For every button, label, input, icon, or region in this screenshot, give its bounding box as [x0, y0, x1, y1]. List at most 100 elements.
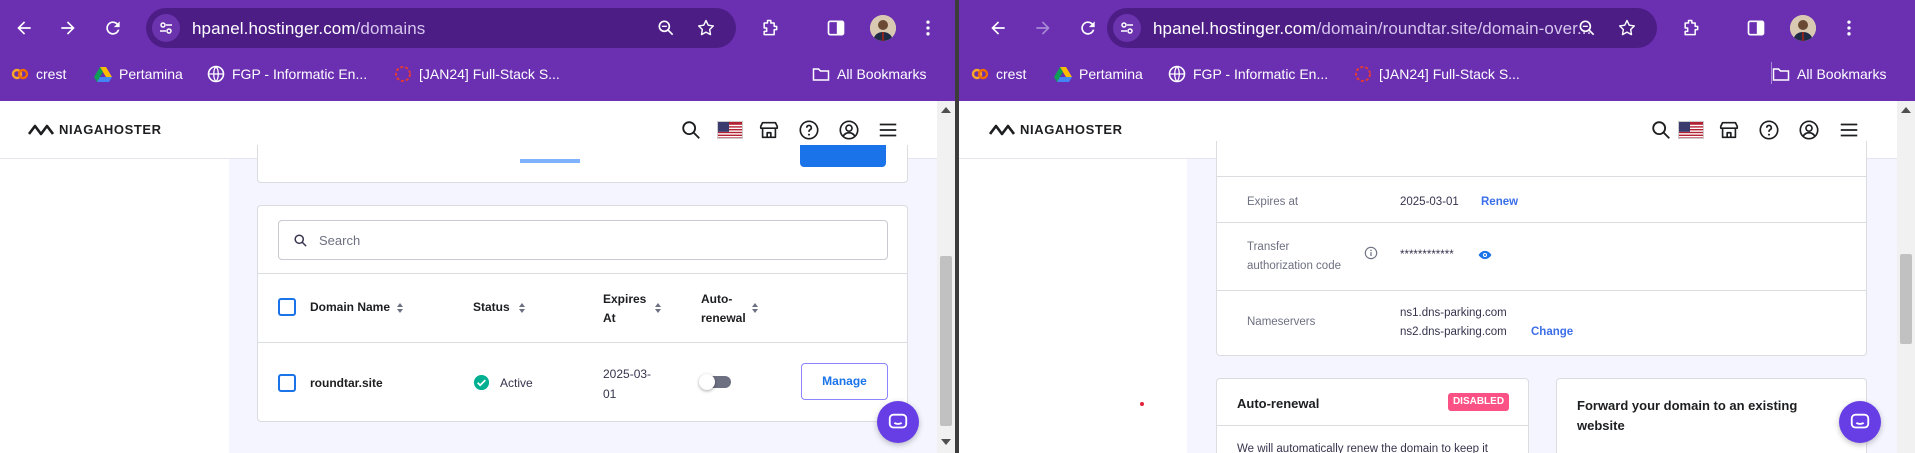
status-text: Active: [500, 376, 533, 390]
domains-table-card: Search Domain Name Status Expires At Auto…: [257, 205, 908, 422]
reload-button[interactable]: [1074, 14, 1102, 42]
niagahoster-logo[interactable]: NIAGAHOSTER: [989, 122, 1123, 137]
column-header-domain-name[interactable]: Domain Name: [310, 300, 390, 314]
web-page: NIAGAHOSTER Expires at 2025-03-01 Renew …: [959, 101, 1915, 453]
google-drive-icon: [94, 67, 112, 82]
store-icon[interactable]: [758, 119, 780, 141]
niagahoster-logo-icon: [989, 124, 1015, 135]
promo-button[interactable]: [800, 145, 886, 167]
sort-icon[interactable]: [518, 302, 526, 314]
chat-button[interactable]: [1839, 401, 1881, 443]
promo-card: [257, 145, 908, 183]
profile-avatar[interactable]: [1790, 15, 1816, 41]
manage-button-label: Manage: [822, 374, 867, 388]
change-nameservers-link[interactable]: Change: [1531, 326, 1573, 338]
column-header-status[interactable]: Status: [473, 300, 510, 314]
folder-icon: [812, 68, 830, 81]
info-icon[interactable]: [1364, 246, 1378, 260]
help-icon[interactable]: [798, 119, 820, 141]
back-button[interactable]: [984, 14, 1012, 42]
arrow-right-icon: [1036, 21, 1050, 35]
arrow-right-icon: [61, 21, 75, 35]
renew-link[interactable]: Renew: [1481, 196, 1518, 208]
browser-chrome: hpanel.hostinger.com/domain/roundtar.sit…: [959, 0, 1915, 101]
row-checkbox[interactable]: [278, 374, 296, 392]
forward-button[interactable]: [54, 14, 82, 42]
account-icon[interactable]: [838, 119, 860, 141]
scroll-up-arrow-icon[interactable]: [941, 107, 951, 113]
reload-icon: [106, 21, 120, 35]
hamburger-menu-icon[interactable]: [1838, 119, 1860, 141]
more-menu-icon[interactable]: [1839, 18, 1859, 38]
site-info-icon[interactable]: [152, 14, 180, 42]
arrow-left-icon: [991, 21, 1005, 35]
all-bookmarks[interactable]: All Bookmarks: [1772, 64, 1886, 84]
store-icon[interactable]: [1718, 119, 1740, 141]
page-scrollbar[interactable]: [1897, 101, 1915, 453]
bookmark-pertamina[interactable]: Pertamina: [1054, 64, 1143, 84]
profile-avatar[interactable]: [870, 15, 896, 41]
select-all-checkbox[interactable]: [278, 298, 296, 316]
address-bar[interactable]: hpanel.hostinger.com/domain/roundtar.sit…: [1107, 8, 1657, 48]
auto-renewal-toggle[interactable]: [699, 374, 731, 390]
extensions-icon[interactable]: [1681, 18, 1701, 38]
more-menu-icon[interactable]: [918, 18, 938, 38]
bookmark-fgp[interactable]: FGP - Informatic En...: [1168, 64, 1328, 84]
address-bar[interactable]: hpanel.hostinger.com/domains: [146, 8, 736, 48]
forward-button[interactable]: [1029, 14, 1057, 42]
toggle-knob: [699, 374, 715, 390]
account-icon[interactable]: [1798, 119, 1820, 141]
sort-icon[interactable]: [396, 302, 404, 314]
domain-name[interactable]: roundtar.site: [310, 376, 383, 390]
site-info-icon[interactable]: [1113, 14, 1141, 42]
sort-icon[interactable]: [654, 302, 662, 314]
bookmark-fgp[interactable]: FGP - Informatic En...: [207, 64, 367, 84]
divider: [1217, 176, 1866, 177]
search-input[interactable]: Search: [278, 220, 888, 260]
browser-chrome: hpanel.hostinger.com/domains crest Perta…: [0, 0, 955, 101]
bookmarks-bar: crest Pertamina FGP - Informatic En... […: [0, 56, 955, 92]
help-icon[interactable]: [1758, 119, 1780, 141]
expires-at-value: 2025-03-01: [603, 367, 652, 401]
reload-button[interactable]: [99, 14, 127, 42]
bookmark-crest[interactable]: crest: [11, 64, 66, 84]
column-header-auto-renewal[interactable]: Auto-renewal: [701, 290, 746, 328]
column-header-expires-at[interactable]: Expires At: [603, 290, 646, 328]
scrollbar-thumb[interactable]: [1900, 254, 1912, 344]
search-icon[interactable]: [680, 119, 702, 141]
chat-button[interactable]: [877, 401, 919, 443]
bookmark-star-icon[interactable]: [1617, 18, 1637, 38]
divider: [1217, 222, 1866, 223]
niagahoster-logo[interactable]: NIAGAHOSTER: [28, 122, 162, 137]
left-sidebar: [0, 159, 229, 453]
divider: [1217, 290, 1866, 291]
side-panel-icon[interactable]: [826, 18, 846, 38]
auto-renewal-title: Auto-renewal: [1237, 396, 1320, 411]
bookmark-crest[interactable]: crest: [971, 64, 1026, 84]
eye-icon[interactable]: [1478, 248, 1492, 262]
bookmark-pertamina[interactable]: Pertamina: [94, 64, 183, 84]
extensions-icon[interactable]: [760, 18, 780, 38]
us-flag-icon[interactable]: [1678, 121, 1704, 139]
zoom-icon[interactable]: [1577, 18, 1597, 38]
scroll-up-arrow-icon[interactable]: [1901, 107, 1911, 113]
scrollbar-thumb[interactable]: [940, 256, 952, 426]
niagahoster-logo-icon: [28, 124, 54, 135]
bookmark-fullstack[interactable]: [JAN24] Full-Stack S...: [1354, 64, 1520, 84]
page-scrollbar[interactable]: [937, 101, 955, 453]
us-flag-icon[interactable]: [717, 121, 743, 139]
all-bookmarks[interactable]: All Bookmarks: [812, 64, 926, 84]
bookmark-fullstack[interactable]: [JAN24] Full-Stack S...: [394, 64, 560, 84]
manage-button[interactable]: Manage: [801, 363, 888, 400]
scroll-down-arrow-icon[interactable]: [941, 439, 951, 445]
hamburger-menu-icon[interactable]: [877, 119, 899, 141]
search-placeholder: Search: [319, 233, 361, 248]
auto-renewal-card: Auto-renewal DISABLED We will automatica…: [1216, 378, 1529, 453]
browser-window-right: hpanel.hostinger.com/domain/roundtar.sit…: [959, 0, 1915, 453]
search-icon[interactable]: [1650, 119, 1672, 141]
sort-icon[interactable]: [751, 302, 759, 314]
back-button[interactable]: [10, 14, 38, 42]
side-panel-icon[interactable]: [1746, 18, 1766, 38]
bookmark-star-icon[interactable]: [696, 18, 716, 38]
zoom-icon[interactable]: [656, 18, 676, 38]
